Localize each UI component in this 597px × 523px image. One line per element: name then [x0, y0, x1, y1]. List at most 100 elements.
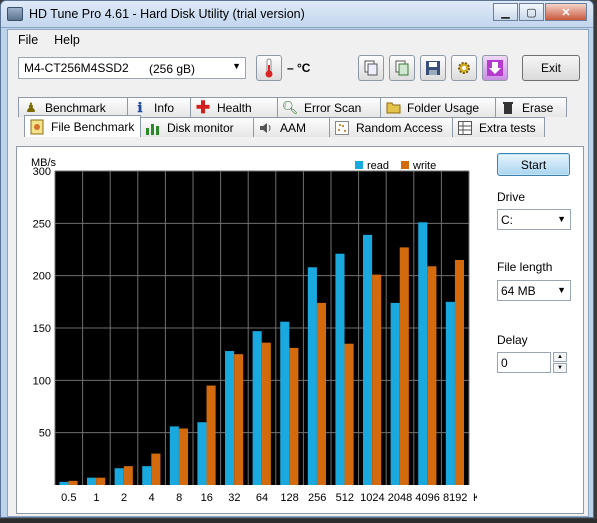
- exit-button[interactable]: Exit: [522, 55, 580, 81]
- scatter-icon: [334, 120, 350, 136]
- delay-spinner: 0 ▲ ▼: [497, 352, 567, 373]
- copy-button[interactable]: [358, 55, 384, 81]
- download-arrow-icon: [487, 60, 503, 76]
- bar-read: [197, 422, 207, 485]
- y-tick-label: 100: [33, 375, 51, 387]
- gauge-icon: ♟: [25, 99, 37, 115]
- tab-label: File Benchmark: [51, 119, 135, 134]
- drive-letter-value: C:: [501, 212, 513, 227]
- title-bar[interactable]: HD Tune Pro 4.61 - Hard Disk Utility (tr…: [1, 1, 593, 28]
- x-tick-label: 8192: [443, 492, 467, 504]
- file-benchmark-icon: [29, 119, 45, 135]
- tab-disk-monitor[interactable]: Disk monitor: [140, 117, 254, 137]
- chevron-down-icon: ▼: [232, 61, 241, 71]
- copy-all-button[interactable]: [389, 55, 415, 81]
- drive-letter-select[interactable]: C: ▼: [497, 209, 571, 230]
- spin-down-icon[interactable]: ▼: [553, 363, 567, 373]
- tab-erase[interactable]: Erase: [495, 97, 567, 117]
- menu-bar: File Help: [8, 30, 588, 50]
- chevron-down-icon: ▼: [557, 214, 566, 224]
- x-tick-label: 1024: [360, 492, 384, 504]
- tab-file-benchmark[interactable]: File Benchmark: [24, 115, 141, 137]
- tab-extra-tests[interactable]: Extra tests: [452, 117, 545, 137]
- benchmark-controls: Start Drive C: ▼ File length 64 MB ▼ Del…: [497, 147, 579, 507]
- app-logo-icon: [7, 7, 23, 21]
- legend-swatch-read: [355, 161, 363, 169]
- x-tick-label: 0.5: [61, 492, 76, 504]
- tab-folder-usage[interactable]: Folder Usage: [380, 97, 496, 117]
- y-tick-label: 150: [33, 323, 51, 335]
- tab-info[interactable]: ℹ Info: [127, 97, 191, 117]
- legend-label-read: read: [367, 160, 389, 172]
- x-tick-label: 128: [280, 492, 298, 504]
- bar-write: [178, 428, 189, 485]
- x-tick-label: 32: [228, 492, 240, 504]
- x-unit-label: KB: [473, 492, 477, 504]
- table-icon: [457, 120, 473, 136]
- minimize-icon[interactable]: ▁: [493, 3, 518, 21]
- drive-select[interactable]: M4-CT256M4SSD2 (256 gB) ▼: [18, 57, 246, 79]
- spin-up-icon[interactable]: ▲: [553, 352, 567, 362]
- copy-icon: [364, 60, 378, 76]
- info-icon: ℹ: [137, 99, 143, 115]
- x-tick-label: 256: [308, 492, 326, 504]
- bar-read: [169, 426, 179, 485]
- tab-row-bottom: File Benchmark Disk monitor AAM Random A…: [24, 115, 545, 137]
- menu-file[interactable]: File: [16, 30, 44, 50]
- bar-write: [151, 453, 161, 485]
- bar-read: [418, 222, 428, 485]
- trash-icon: [500, 100, 516, 116]
- bar-write: [399, 247, 409, 485]
- tab-aam[interactable]: AAM: [253, 117, 330, 137]
- folder-icon: [385, 100, 401, 116]
- file-length-label: File length: [497, 260, 553, 274]
- tab-label: Info: [154, 100, 175, 115]
- bar-write: [123, 466, 133, 485]
- y-tick-label: 250: [33, 218, 51, 230]
- bar-write: [454, 259, 465, 485]
- tab-benchmark[interactable]: ♟ Benchmark: [18, 97, 128, 117]
- delay-input[interactable]: 0: [497, 352, 551, 373]
- window-title: HD Tune Pro 4.61 - Hard Disk Utility (tr…: [29, 7, 305, 21]
- bar-write: [316, 302, 327, 485]
- save-icon: [426, 61, 440, 75]
- menu-help[interactable]: Help: [52, 30, 86, 50]
- maximize-icon[interactable]: ▢: [519, 3, 544, 21]
- tab-label: AAM: [280, 120, 307, 135]
- tab-label: Extra tests: [479, 120, 536, 135]
- thermometer-button[interactable]: [256, 55, 282, 81]
- save-button[interactable]: [420, 55, 446, 81]
- chevron-down-icon: ▼: [557, 285, 566, 295]
- app-window: HD Tune Pro 4.61 - Hard Disk Utility (tr…: [0, 0, 594, 518]
- health-cross-icon: ✚: [195, 97, 211, 117]
- tab-error-scan[interactable]: 🔍︎ Error Scan: [277, 97, 381, 117]
- thermometer-icon: [265, 58, 273, 78]
- bar-write: [372, 274, 382, 485]
- tab-health[interactable]: ✚ Health: [190, 97, 278, 117]
- legend-swatch-write: [401, 161, 409, 169]
- tab-random-access[interactable]: Random Access: [329, 117, 453, 137]
- tab-label: Random Access: [356, 120, 443, 135]
- drive-size: (256 gB): [149, 62, 196, 76]
- status-strip: [0, 519, 597, 523]
- bar-write: [234, 354, 244, 485]
- x-tick-label: 4096: [415, 492, 439, 504]
- bar-read: [363, 234, 373, 485]
- options-button[interactable]: [451, 55, 477, 81]
- start-button[interactable]: Start: [497, 153, 570, 176]
- magnifier-icon: 🔍︎: [281, 99, 299, 115]
- x-tick-label: 2048: [388, 492, 412, 504]
- tab-row-top: ♟ Benchmark ℹ Info ✚ Health 🔍︎ Error Sca…: [18, 97, 567, 117]
- delay-label: Delay: [497, 333, 528, 347]
- bar-write: [344, 343, 354, 485]
- x-tick-label: 512: [336, 492, 354, 504]
- bar-read: [335, 253, 345, 485]
- tab-label: Benchmark: [45, 100, 106, 115]
- tab-label: Folder Usage: [407, 100, 480, 115]
- bar-read: [252, 331, 262, 485]
- tab-label: Health: [217, 100, 252, 115]
- temperature-readout: – °C: [287, 61, 311, 75]
- file-length-select[interactable]: 64 MB ▼: [497, 280, 571, 301]
- close-icon[interactable]: ✕: [545, 3, 587, 21]
- download-button[interactable]: [482, 55, 508, 81]
